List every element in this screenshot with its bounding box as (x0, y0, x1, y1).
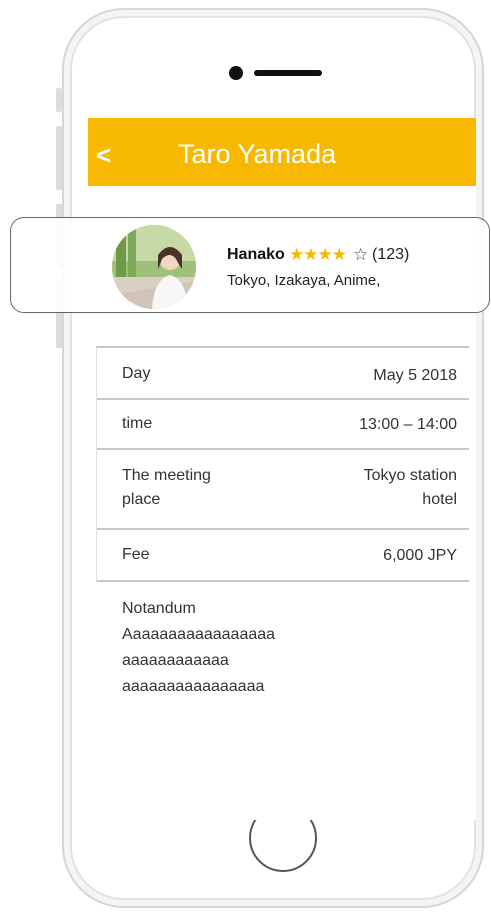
row-value: 6,000 JPY (383, 547, 457, 564)
front-camera (229, 66, 243, 80)
notes-heading: Notandum (122, 600, 196, 617)
table-row-day: Day May 5 2018 (97, 348, 469, 400)
row-label-line: The meeting (122, 467, 211, 484)
notes-line: aaaaaaaaaaaa (122, 652, 229, 669)
app-header: < Taro Yamada (88, 118, 476, 186)
profile-card[interactable] (10, 217, 490, 313)
profile-tags: Tokyo, Izakaya, Anime, (227, 272, 381, 289)
rating-stars-filled: ★★★★ (289, 245, 347, 264)
row-value: Tokyo station hotel (364, 464, 457, 512)
side-button-mute (56, 88, 62, 112)
row-value: May 5 2018 (373, 367, 457, 384)
table-row-fee: Fee 6,000 JPY (97, 530, 469, 582)
side-button-volume-up (56, 126, 62, 190)
row-value-line: Tokyo station (363, 467, 457, 484)
earpiece-speaker (254, 70, 322, 76)
notes-line: aaaaaaaaaaaaaaaa (122, 678, 265, 695)
row-label: The meeting place (122, 464, 211, 512)
row-label-line: place (122, 491, 161, 508)
row-label: time (122, 415, 153, 432)
row-label: Fee (122, 546, 150, 563)
review-count: (123) (372, 246, 410, 263)
rating-star-empty: ☆ (353, 245, 369, 264)
page-title: Taro Yamada (178, 139, 337, 169)
table-row-meeting-place: The meeting place Tokyo station hotel (97, 450, 469, 530)
avatar (112, 225, 196, 309)
notes-section: Notandum Aaaaaaaaaaaaaaaaa aaaaaaaaaaaa … (122, 596, 275, 700)
row-value: 13:00 – 14:00 (359, 416, 457, 433)
notes-line: Aaaaaaaaaaaaaaaaa (122, 626, 276, 643)
table-row-time: time 13:00 – 14:00 (97, 400, 469, 450)
details-table: Day May 5 2018 time 13:00 – 14:00 The me… (96, 346, 469, 582)
back-button[interactable]: < (96, 142, 111, 168)
row-value-line: hotel (422, 491, 457, 508)
profile-name: Hanako (227, 246, 285, 263)
row-label: Day (122, 365, 151, 382)
